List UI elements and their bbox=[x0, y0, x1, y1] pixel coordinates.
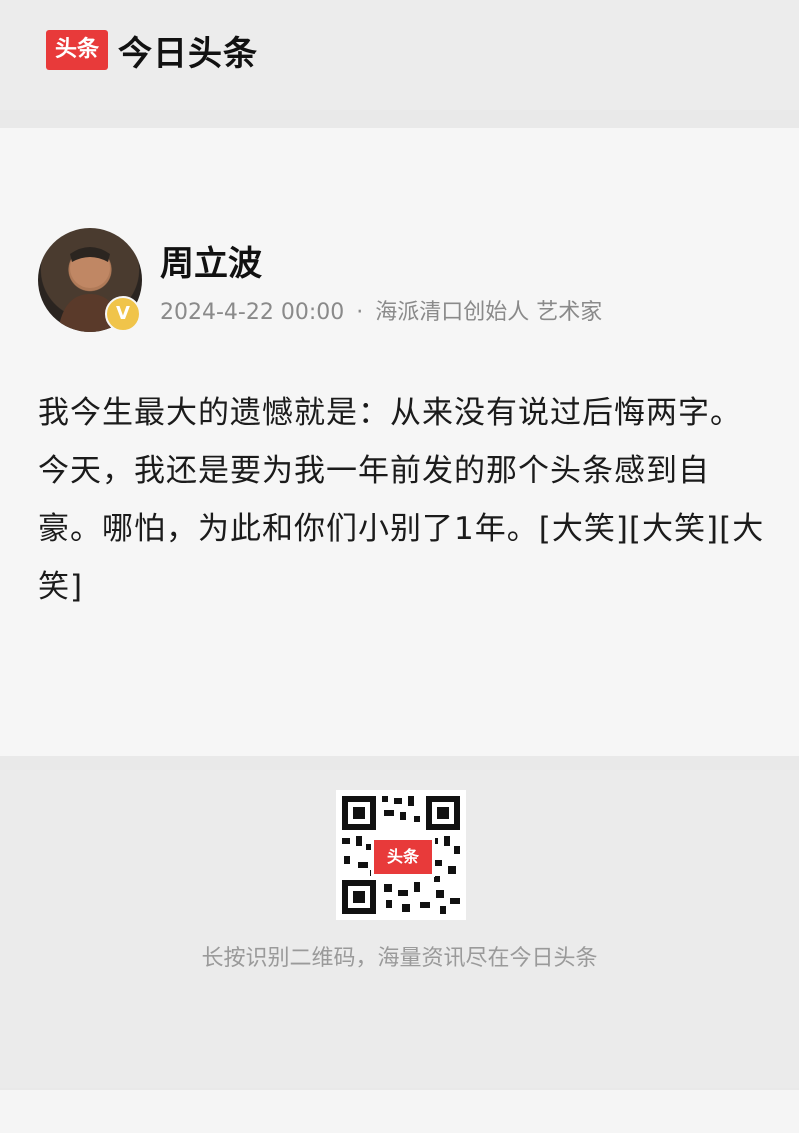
logo-text: 头条 bbox=[54, 37, 99, 62]
app-name: 今日头条 bbox=[118, 34, 258, 74]
post-card: V 周立波 2024-4-22 00:00 · 海派清口创始人 艺术家 我今生最大的… bbox=[0, 128, 799, 756]
qr-logo-badge: 头条 bbox=[371, 837, 435, 877]
post-text: 我今生最大的遗憾就是：从来没有说过后悔两字。今天，我还是要为我一年前发的那个头条… bbox=[38, 395, 765, 605]
author-name[interactable]: 周立波 bbox=[160, 236, 262, 285]
verified-badge-icon: V bbox=[105, 296, 141, 332]
post-meta: 2024-4-22 00:00 · 海派清口创始人 艺术家 bbox=[160, 294, 602, 326]
bottom-bar bbox=[0, 1090, 799, 1133]
app-header: 头条 今日头条 bbox=[0, 0, 799, 110]
qr-caption: 长按识别二维码，海量资讯尽在今日头条 bbox=[201, 946, 598, 971]
post-timestamp: 2024-4-22 00:00 bbox=[160, 300, 345, 325]
meta-separator: · bbox=[356, 300, 364, 325]
author-description: 海派清口创始人 艺术家 bbox=[375, 300, 603, 325]
toutiao-logo[interactable]: 头条 bbox=[46, 30, 108, 70]
